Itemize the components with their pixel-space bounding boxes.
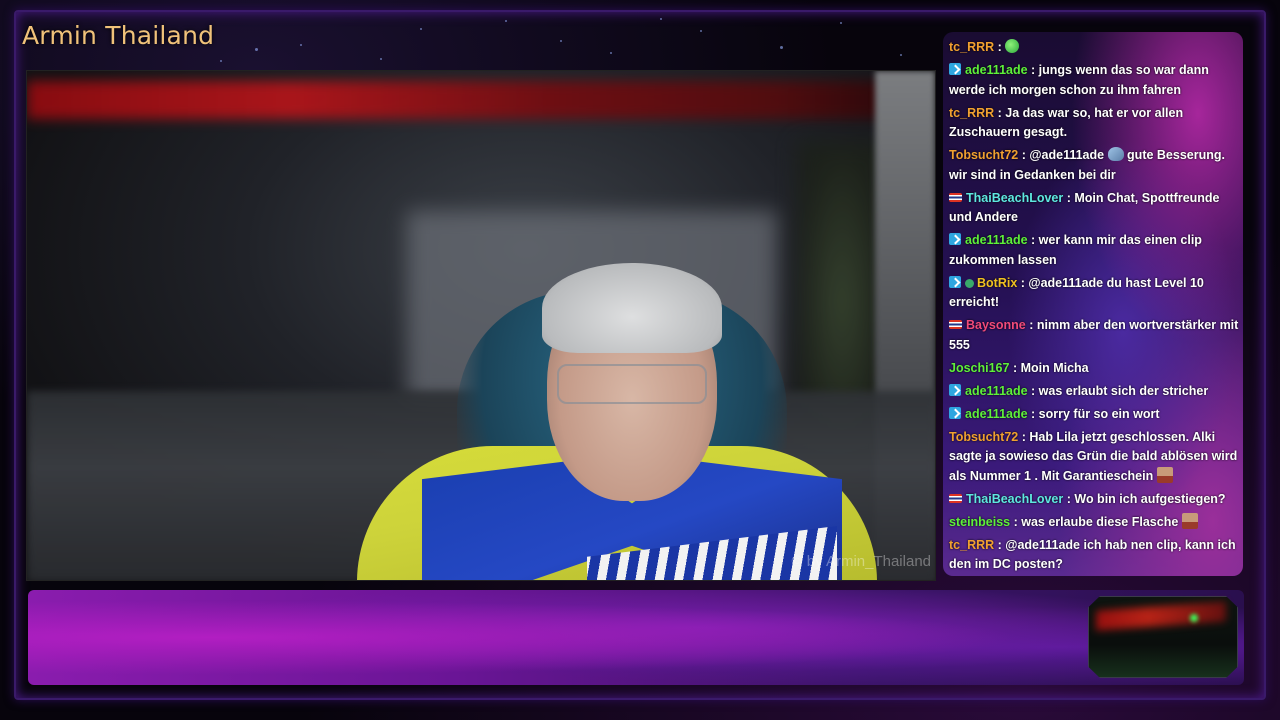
face-emote-icon [1156, 466, 1173, 483]
star-dot [300, 44, 302, 46]
subscriber-badge-icon [949, 406, 961, 419]
chat-message: steinbeiss : was erlaube diese Flasche [949, 512, 1241, 533]
chat-message-list: tc_RRR : ade111ade : jungs wenn das so w… [949, 38, 1241, 576]
chat-panel: tc_RRR : ade111ade : jungs wenn das so w… [943, 32, 1243, 576]
chat-username[interactable]: tc_RRR [949, 106, 994, 120]
chat-message: Baysonne : nimm aber den wortverstärker … [949, 316, 1241, 355]
star-dot [420, 28, 422, 30]
chat-username[interactable]: tc_RRR [949, 40, 994, 54]
chat-username[interactable]: ade111ade [965, 384, 1028, 398]
verified-check-icon [965, 278, 974, 288]
subscriber-badge-icon [949, 233, 961, 245]
star-dot [900, 54, 902, 56]
star-dot [380, 58, 382, 60]
chat-username[interactable]: Tobsucht72 [949, 148, 1018, 162]
chat-separator: : [1017, 275, 1029, 290]
star-dot [840, 22, 842, 24]
chat-username[interactable]: ThaiBeachLover [966, 492, 1063, 506]
face-emote-icon [1181, 512, 1198, 529]
chat-text: @ade111ade [1029, 148, 1108, 162]
chat-separator: : [1009, 360, 1021, 375]
chat-text: Moin Micha [1020, 360, 1089, 375]
chat-message: BotRix : @ade111ade du hast Level 10 err… [949, 274, 1241, 313]
chat-text: was erlaube diese Flasche [1021, 514, 1179, 529]
star-dot [505, 20, 507, 22]
chat-separator: : [1010, 514, 1022, 529]
chat-separator: : [1027, 63, 1039, 77]
chat-separator: : [994, 40, 1006, 54]
chat-username[interactable]: Tobsucht72 [949, 430, 1018, 444]
chat-separator: : [1027, 233, 1039, 247]
star-dot [610, 52, 612, 54]
chat-text: Wo bin ich aufgestiegen? [1074, 491, 1226, 506]
chat-separator: : [1063, 190, 1075, 205]
chat-separator: : [1063, 491, 1075, 506]
chat-username[interactable]: ThaiBeachLover [966, 191, 1063, 205]
star-dot [660, 18, 662, 20]
chat-message: Joschi167 : Moin Micha [949, 359, 1241, 379]
leaf-emote-icon [1005, 39, 1020, 53]
chat-message: tc_RRR : Ja das war so, hat er vor allen… [949, 104, 1241, 143]
star-dot [255, 48, 258, 51]
chat-separator: : [994, 537, 1006, 552]
chat-username[interactable]: Baysonne [966, 318, 1026, 332]
thai-flag-icon [949, 493, 962, 503]
streamer-glasses [557, 364, 707, 404]
thai-flag-icon [949, 192, 962, 202]
chat-username[interactable]: steinbeiss [949, 515, 1010, 529]
chat-message: tc_RRR : @ade111ade ich hab nen clip, ka… [949, 536, 1241, 575]
thai-flag-icon [949, 320, 962, 329]
chat-message: tc_RRR : [949, 38, 1241, 58]
chat-username[interactable]: ade111ade [965, 407, 1028, 421]
chat-username[interactable]: tc_RRR [949, 538, 994, 552]
chat-text: sorry für so ein wort [1038, 406, 1160, 421]
streamer-hair [542, 263, 722, 353]
subscriber-badge-icon [949, 383, 961, 396]
chat-separator: : [1027, 406, 1039, 421]
chat-message: ade111ade : was erlaubt sich der striche… [949, 382, 1241, 402]
chat-separator: : [1027, 383, 1039, 398]
subscriber-badge-icon [949, 275, 961, 288]
chat-separator: : [1025, 318, 1037, 332]
chat-separator: : [994, 105, 1006, 120]
star-dot [220, 60, 222, 62]
chat-message: ade111ade : sorry für so ein wort [949, 405, 1241, 425]
webcam-feed: erima © by Armin_Thailand [26, 70, 936, 581]
subscriber-badge-icon [949, 63, 961, 75]
bottom-banner [28, 590, 1244, 685]
chat-message: ade111ade : jungs wenn das so war dann w… [949, 61, 1241, 100]
chat-username[interactable]: Joschi167 [949, 361, 1009, 375]
chat-username[interactable]: ade111ade [965, 233, 1028, 247]
chat-separator: : [1018, 429, 1030, 444]
chat-message: ThaiBeachLover : Moin Chat, Spottfreunde… [949, 189, 1241, 228]
chat-message: ade111ade : wer kann mir das einen clip … [949, 231, 1241, 270]
star-dot [560, 40, 562, 42]
secondary-camera-green-light [1190, 614, 1198, 622]
webcam-red-light [27, 81, 907, 119]
wave-emote-icon [1107, 147, 1124, 161]
chat-message: ThaiBeachLover : Wo bin ich aufgestiegen… [949, 490, 1241, 510]
webcam-watermark: © by Armin_Thailand [791, 553, 931, 570]
chat-username[interactable]: BotRix [977, 276, 1017, 290]
star-dot [780, 46, 783, 49]
chat-text: was erlaubt sich der stricher [1038, 383, 1209, 398]
chat-separator: : [1018, 148, 1030, 162]
chat-message: Tobsucht72 : Hab Lila jetzt geschlossen.… [949, 428, 1241, 487]
channel-title: Armin Thailand [22, 21, 215, 50]
chat-username[interactable]: ade111ade [965, 63, 1028, 77]
star-dot [700, 30, 702, 32]
chat-message: Tobsucht72 : @ade111ade gute Besserung. … [949, 146, 1241, 185]
